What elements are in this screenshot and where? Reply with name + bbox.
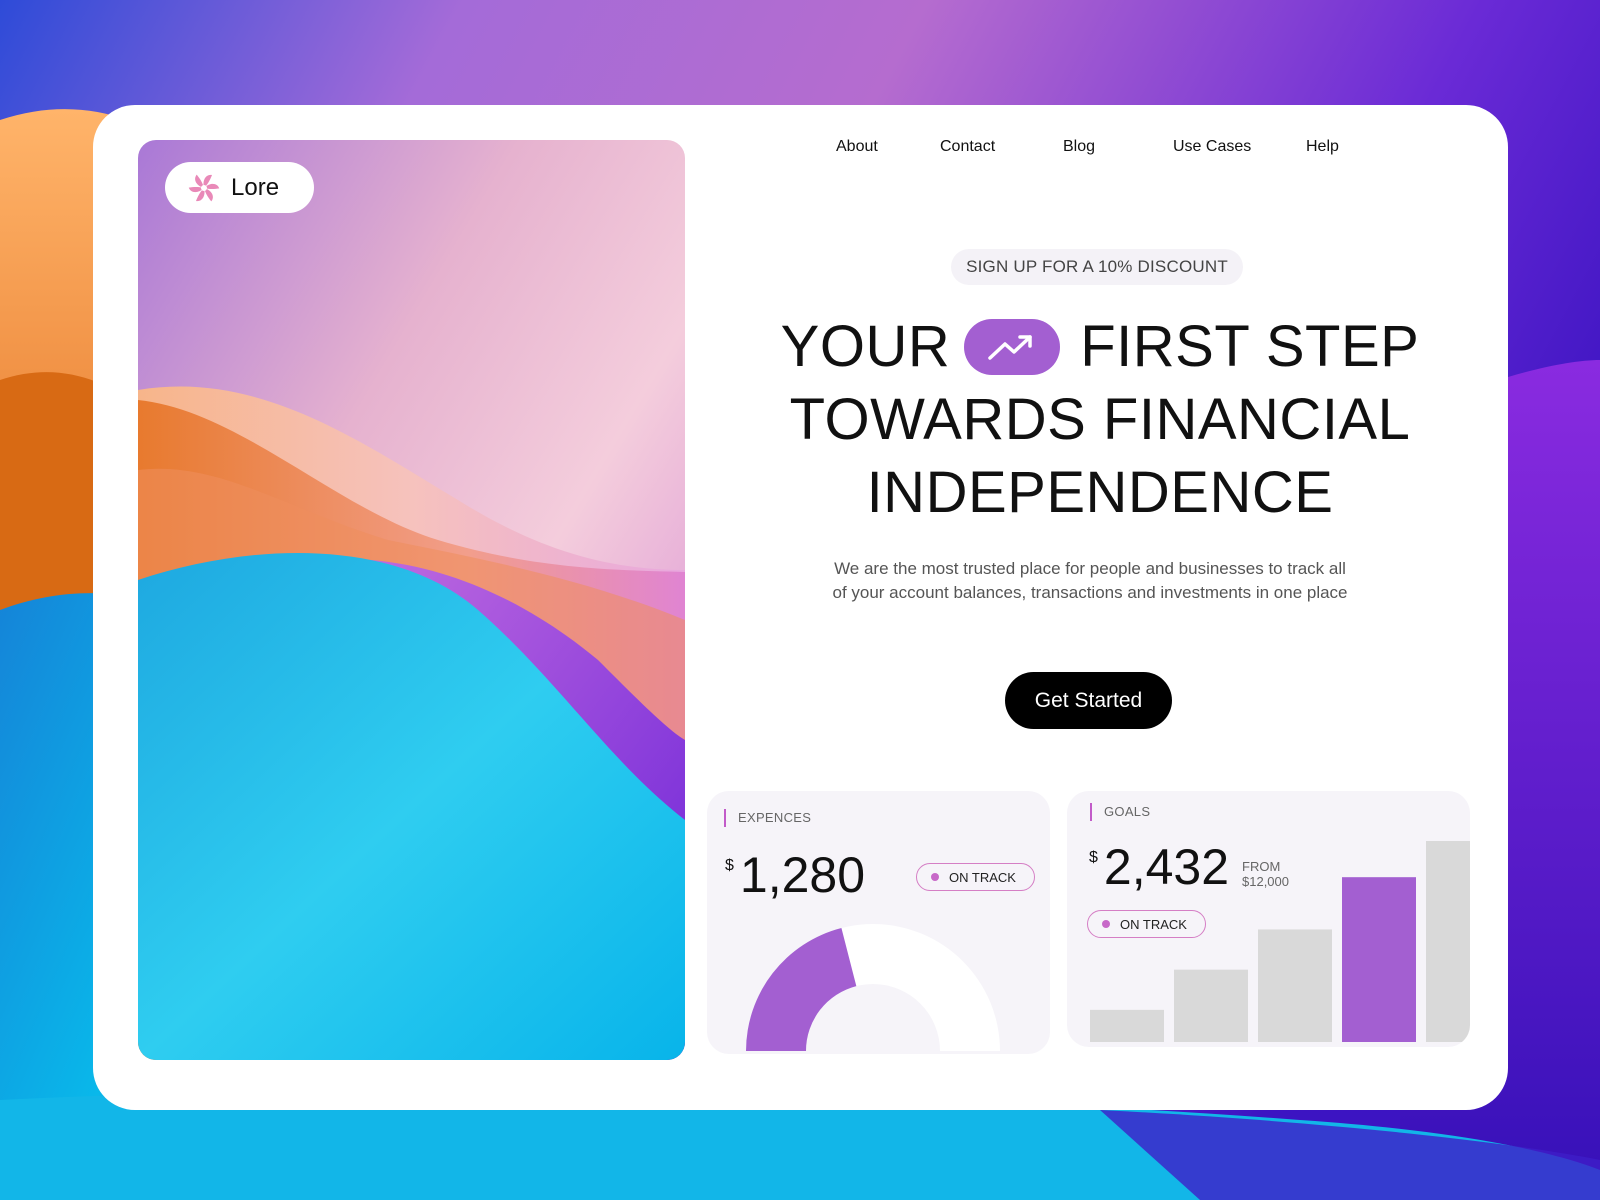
expenses-card[interactable]: EXPENCES $ 1,280 ON TRACK — [707, 791, 1050, 1054]
headline-word-your: YOUR — [780, 314, 951, 379]
goal-bar-1 — [1090, 1009, 1164, 1042]
discount-banner[interactable]: SIGN UP FOR A 10% DISCOUNT — [951, 249, 1243, 285]
nav-contact[interactable]: Contact — [940, 138, 995, 156]
goals-card[interactable]: GOALS $ 2,432 ON TRACK — [1067, 791, 1470, 1047]
pinwheel-flower-icon — [187, 171, 221, 205]
gauge-fill — [746, 927, 857, 1051]
headline-line-3: INDEPENDENCE — [866, 460, 1334, 525]
from-label: FROM — [1242, 859, 1281, 874]
headline-line-2: TOWARDS FINANCIAL — [789, 387, 1411, 452]
brand-logo[interactable]: Lore — [165, 162, 314, 213]
expenses-gauge — [746, 924, 1000, 1051]
headline-first-step: FIRST STEP — [1080, 314, 1420, 379]
trending-up-icon — [964, 318, 1061, 375]
hero-illustration — [138, 140, 685, 1060]
goals-target: FROM $12,000 — [1242, 859, 1289, 889]
hero-subtext: We are the most trusted place for people… — [832, 559, 1348, 602]
nav-blog[interactable]: Blog — [1063, 138, 1095, 156]
brand-name: Lore — [231, 173, 280, 201]
nav-about[interactable]: About — [836, 138, 878, 156]
goal-bar-2 — [1174, 969, 1248, 1042]
goal-bar-3 — [1258, 929, 1332, 1042]
goal-bar-4 — [1342, 877, 1416, 1042]
hero-headline: YOUR FIRST STEP TOWARDS FINANCIAL INDEPE… — [780, 310, 1420, 529]
goals-bar-chart — [1090, 841, 1470, 1042]
top-nav: About Contact Blog Use Cases Help — [0, 138, 1600, 162]
nav-help[interactable]: Help — [1306, 138, 1339, 156]
from-amount: $12,000 — [1242, 874, 1289, 889]
get-started-button[interactable]: Get Started — [1005, 672, 1172, 729]
nav-use-cases[interactable]: Use Cases — [1173, 138, 1251, 156]
goal-bar-5 — [1426, 841, 1470, 1042]
